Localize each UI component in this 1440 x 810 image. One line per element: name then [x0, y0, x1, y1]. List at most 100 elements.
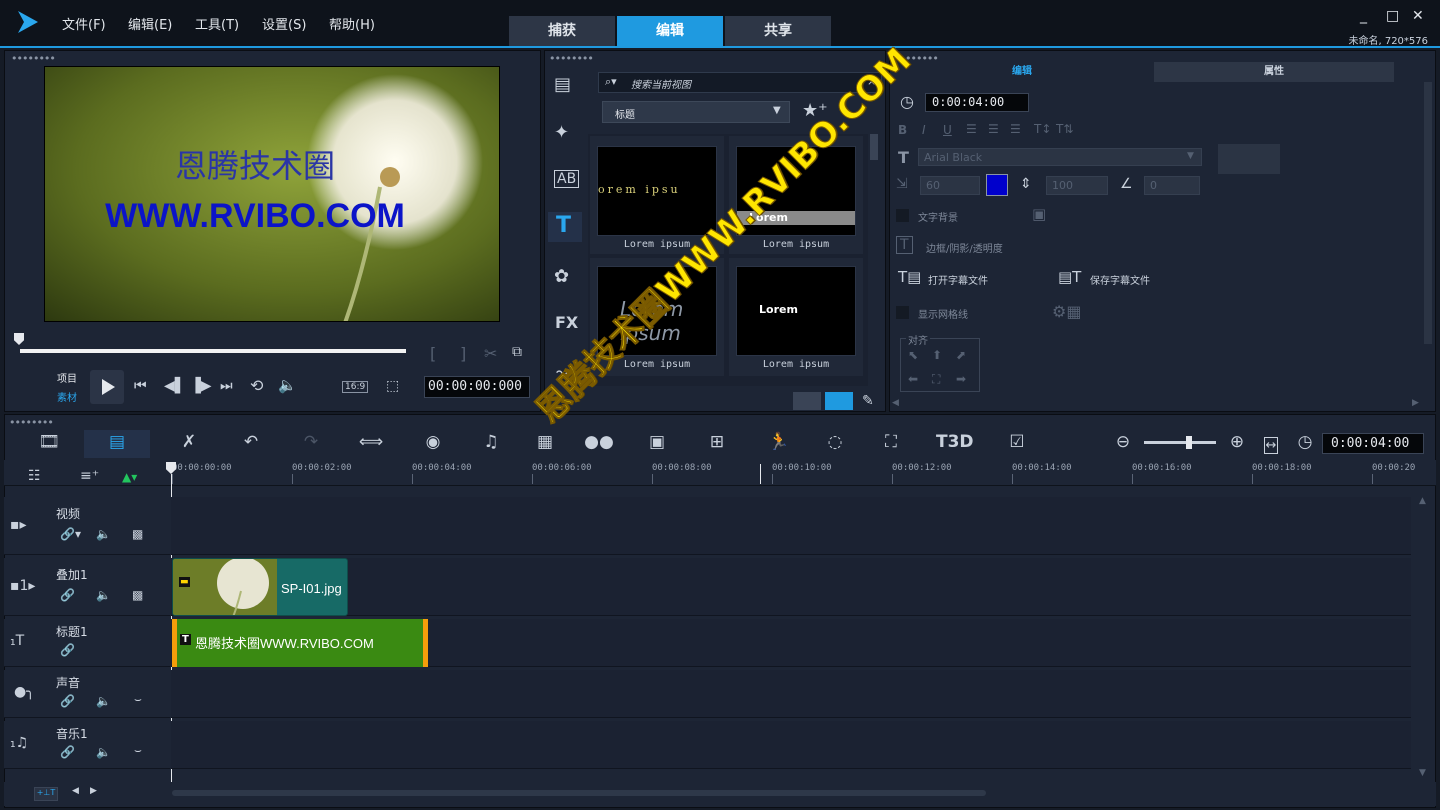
previous-frame-icon[interactable]: ◀▌ [164, 378, 186, 394]
audio-wave-icon[interactable]: ⌣ [134, 692, 142, 707]
mute-icon[interactable]: 🔈 [96, 694, 111, 708]
transition-icon[interactable]: AB [554, 170, 580, 188]
mute-icon[interactable]: 🔈 [96, 527, 111, 541]
menu-file[interactable]: 文件(F) [62, 14, 106, 33]
scroll-left-icon[interactable]: ◀ [72, 786, 79, 796]
track-overlay[interactable] [171, 558, 1411, 616]
tab-edit[interactable]: 编辑 [617, 16, 723, 46]
duration-input[interactable]: 0:00:04:00 [925, 93, 1029, 112]
mark-in-icon[interactable]: [ [430, 344, 436, 363]
fit-timeline-icon[interactable]: ↔ [1264, 437, 1278, 454]
track-manager-icon[interactable]: ☷ [28, 468, 41, 484]
instant-project-icon[interactable]: ✦ [554, 122, 569, 143]
scrub-bar[interactable] [20, 349, 406, 353]
grid-settings-icon[interactable]: ⚙▦ [1052, 302, 1081, 321]
font-size-input[interactable]: 60 [920, 176, 980, 195]
menu-help[interactable]: 帮助(H) [329, 14, 375, 33]
zoom-slider[interactable] [1144, 441, 1216, 444]
align-left-pos-icon[interactable]: ⬅ [908, 372, 918, 386]
align-center-icon[interactable]: ☰ [988, 122, 999, 136]
align-left-icon[interactable]: ☰ [966, 122, 977, 136]
track-voice[interactable] [171, 670, 1411, 718]
mute-icon[interactable]: 🔈 [96, 745, 111, 759]
storyboard-view-icon[interactable]: 🎞 [34, 432, 64, 452]
sound-mixer-icon[interactable]: ♫ [476, 432, 506, 452]
text-bg-checkbox[interactable] [896, 209, 909, 222]
link-icon[interactable]: 🔗▾ [60, 527, 81, 541]
ripple-edit-icon[interactable]: ▲▾ [122, 470, 137, 484]
redo-icon[interactable]: ↷ [296, 432, 326, 452]
repeat-icon[interactable]: ⟲ [250, 376, 263, 395]
home-icon[interactable]: ⏮ [134, 378, 147, 394]
font-preset-dropdown[interactable] [1218, 144, 1280, 174]
library-scrollbar[interactable] [870, 134, 878, 160]
align-top-left-icon[interactable]: ⬉ [908, 348, 918, 362]
underline-icon[interactable]: U [943, 123, 952, 137]
overlay-clip[interactable]: ▬ SP-I01.jpg [172, 558, 348, 616]
show-grid-checkbox[interactable] [896, 306, 909, 319]
volume-icon[interactable]: 🔈 [278, 376, 297, 394]
graphic-icon[interactable]: ✿ [554, 266, 569, 287]
pan-zoom-icon[interactable]: ⛶ [876, 432, 906, 452]
zoom-in-icon[interactable]: ⊕ [1222, 432, 1252, 452]
thumbnail-view-icon[interactable] [825, 392, 853, 410]
time-remap-icon[interactable]: 🏃 [764, 432, 794, 452]
3d-title-icon[interactable]: T3D [936, 432, 974, 452]
media-icon[interactable]: ▤ [554, 74, 571, 95]
open-subtitle-icon[interactable]: T▤ [898, 268, 921, 286]
title-clip[interactable]: T 恩腾技术圈WWW.RVIBO.COM [172, 619, 428, 667]
mode-clip[interactable]: 素材 [57, 389, 77, 404]
smart-package-icon[interactable]: ☑ [1002, 432, 1032, 452]
track-grid-icon[interactable]: ▩ [132, 588, 143, 602]
subtitle-editor-icon[interactable]: ▣ [642, 432, 672, 452]
timeline-view-icon[interactable]: ▤ [102, 432, 132, 452]
undo-icon[interactable]: ↶ [236, 432, 266, 452]
scroll-right-icon[interactable]: ▶ [90, 786, 97, 796]
minimize-button[interactable]: _ [1360, 8, 1367, 24]
scroll-left-icon[interactable]: ◀ [892, 398, 899, 408]
link-icon[interactable]: 🔗 [60, 745, 75, 759]
line-spacing-input[interactable]: 100 [1046, 176, 1108, 195]
vertical-text-icon[interactable]: T↕ [1034, 122, 1051, 136]
crop-icon[interactable]: ⬚ [386, 378, 399, 394]
player-timecode[interactable]: 00:00:00:000 [424, 376, 530, 398]
next-frame-icon[interactable]: ▐▶ [190, 378, 212, 394]
motion-tracking-icon[interactable]: ●● [584, 432, 614, 452]
enlarge-icon[interactable]: ⧉ [512, 344, 522, 360]
menu-edit[interactable]: 编辑(E) [128, 14, 172, 33]
category-dropdown[interactable]: 标题 ▼ [602, 101, 790, 123]
track-height-button[interactable]: +⊥T [34, 787, 58, 801]
fx-icon[interactable]: FX [555, 313, 578, 332]
menu-tools[interactable]: 工具(T) [195, 14, 239, 33]
menu-settings[interactable]: 设置(S) [262, 14, 306, 33]
play-button[interactable] [90, 370, 124, 404]
edit-icon[interactable]: ✎ [862, 393, 874, 409]
options-scrollbar[interactable] [1424, 82, 1432, 344]
scroll-down-icon[interactable]: ▼ [1419, 768, 1426, 778]
align-right-pos-icon[interactable]: ➡ [956, 372, 966, 386]
end-icon[interactable]: ⏭ [220, 378, 233, 394]
border-shadow-icon[interactable]: T [896, 236, 913, 254]
timeline-timecode[interactable]: 0:00:04:00 [1322, 433, 1424, 454]
zoom-out-icon[interactable]: ⊖ [1108, 432, 1138, 452]
title-icon[interactable]: T [556, 213, 571, 238]
close-button[interactable]: ✕ [1412, 8, 1424, 24]
mark-out-icon[interactable]: ] [460, 344, 466, 363]
mute-icon[interactable]: 🔈 [96, 588, 111, 602]
reverse-text-icon[interactable]: T⇅ [1056, 122, 1073, 136]
text-bg-settings-icon[interactable]: ▣ [1032, 205, 1046, 223]
toolbox-icon[interactable]: ✗ [174, 432, 204, 452]
link-icon[interactable]: 🔗 [60, 694, 75, 708]
link-icon[interactable]: 🔗 [60, 643, 75, 657]
title-thumb[interactable]: Lorem [736, 266, 856, 356]
save-subtitle-button[interactable]: 保存字幕文件 [1090, 272, 1150, 287]
aspect-ratio-button[interactable]: 16:9 [342, 381, 369, 393]
tab-options-properties[interactable]: 属性 [1154, 62, 1394, 82]
timeline-vscroll[interactable]: ▲ ▼ [1418, 496, 1428, 778]
scroll-right-icon[interactable]: ▶ [1412, 398, 1419, 408]
angle-input[interactable]: 0 [1144, 176, 1200, 195]
link-icon[interactable]: 🔗 [60, 588, 75, 602]
mode-project[interactable]: 项目 [57, 370, 77, 385]
mask-creator-icon[interactable]: ◌ [820, 432, 850, 452]
maximize-button[interactable]: □ [1386, 8, 1399, 24]
